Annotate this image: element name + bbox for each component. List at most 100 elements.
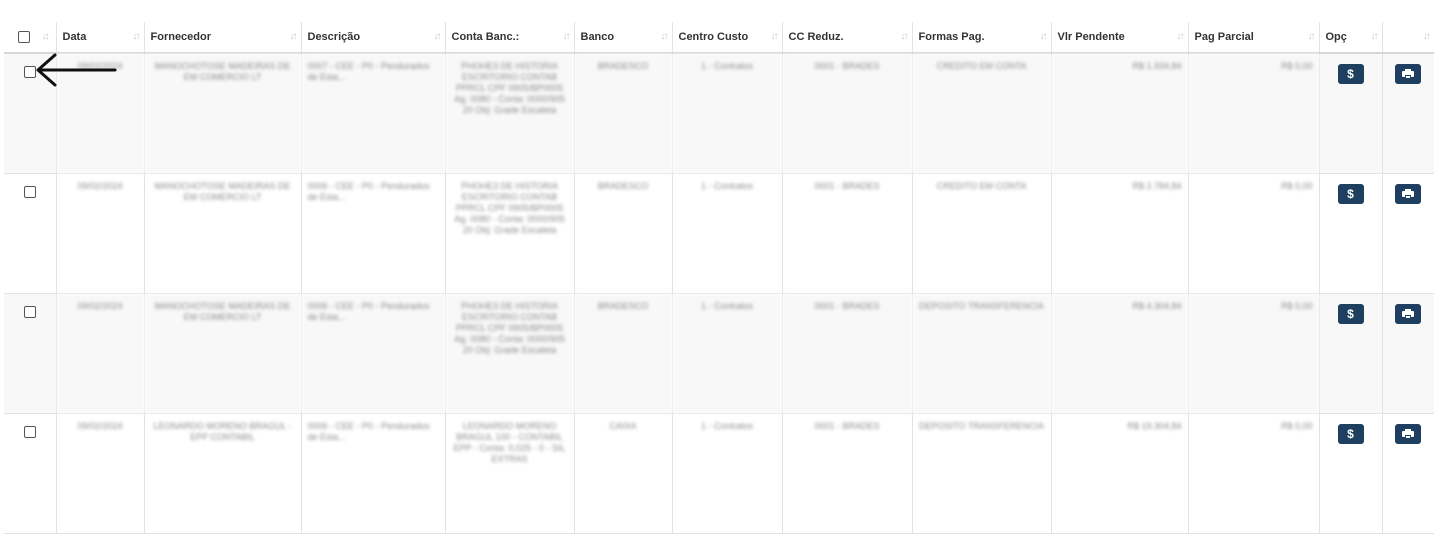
- sort-icon[interactable]: ↓↑: [563, 31, 571, 42]
- cell-print: [1381, 413, 1434, 534]
- cell-cc-reduz: 0001 - BRADES: [781, 413, 912, 534]
- cell-centro-custo: 1 - Contratos: [671, 53, 782, 174]
- cell-banco: BRADESCO: [573, 293, 672, 414]
- cell-conta: PHOHE3 DE HISTORIA ESCRITORIO CONTAB PPR…: [444, 53, 574, 174]
- sort-icon[interactable]: ↓↑: [901, 31, 909, 42]
- sort-icon[interactable]: ↓↑: [133, 31, 141, 42]
- header-pag-parcial[interactable]: Pag Parcial ↓↑: [1187, 22, 1319, 54]
- sort-icon[interactable]: ↓↑: [661, 31, 669, 42]
- sort-icon[interactable]: ↓↑: [1423, 31, 1431, 42]
- print-button[interactable]: [1395, 304, 1422, 324]
- cell-fornecedor: MANOCHOTOSE MADEIRAS DE EM COMERCIO LT: [143, 293, 301, 414]
- cell-pag-parcial: R$ 0,00: [1187, 413, 1319, 534]
- cell-formas-pag: DEPOSITO TRANSFERENCIA: [911, 413, 1051, 534]
- header-label: Descrição: [307, 31, 361, 43]
- header-label: Formas Pag.: [918, 31, 985, 43]
- cell-cc-reduz: 0001 - BRADES: [781, 293, 912, 414]
- cell-data: 09/02/2024: [55, 293, 144, 414]
- cell-opc: $: [1318, 293, 1382, 414]
- header-select-all[interactable]: ↓↕: [4, 22, 56, 54]
- printer-icon: [1402, 429, 1415, 439]
- header-label: Data: [62, 31, 87, 43]
- cell-pag-parcial: R$ 0,00: [1187, 293, 1319, 414]
- pay-button[interactable]: $: [1337, 304, 1364, 324]
- printer-icon: [1402, 309, 1415, 319]
- cell-cc-reduz: 0001 - BRADES: [781, 53, 912, 174]
- print-button[interactable]: [1395, 184, 1422, 204]
- row-checkbox[interactable]: [24, 426, 36, 438]
- table-row: 09/02/2024 LEONARDO MORENO BRAGUL - EPP …: [4, 413, 1434, 534]
- cell-opc: $: [1318, 53, 1382, 174]
- cell-banco: BRADESCO: [573, 173, 672, 294]
- cell-cc-reduz: 0001 - BRADES: [781, 173, 912, 294]
- table-row: 09/02/2024 MANOCHOTOSE MADEIRAS DE EM CO…: [4, 53, 1434, 174]
- header-vlr-pendente[interactable]: Vlr Pendente ↓↑: [1050, 22, 1188, 54]
- cell-banco: CAIXA: [573, 413, 672, 534]
- cell-centro-custo: 1 - Contratos: [671, 413, 782, 534]
- sort-icon[interactable]: ↓↑: [1371, 31, 1379, 42]
- sort-icon[interactable]: ↓↑: [1308, 31, 1316, 42]
- annotation-arrow-icon: [36, 53, 117, 87]
- sort-icon[interactable]: ↓↕: [42, 31, 50, 42]
- cell-conta: PHOHE3 DE HISTORIA ESCRITORIO CONTAB PPR…: [444, 173, 574, 294]
- payables-table: ↓↕ Data ↓↑ Fornecedor ↓↑ Descrição ↓↑ Conta…: [4, 22, 1434, 534]
- cell-fornecedor: MANOCHOTOSE MADEIRAS DE EM COMERCIO LT: [143, 53, 301, 174]
- header-fornecedor[interactable]: Fornecedor ↓↑: [143, 22, 301, 54]
- cell-vlr-pendente: R$ 19.304,84: [1050, 413, 1188, 534]
- sort-icon[interactable]: ↓↑: [1040, 31, 1048, 42]
- header-label: Vlr Pendente: [1057, 31, 1125, 43]
- sort-icon[interactable]: ↓↑: [771, 31, 779, 42]
- print-button[interactable]: [1395, 64, 1422, 84]
- table-row: 09/02/2024 MANOCHOTOSE MADEIRAS DE EM CO…: [4, 173, 1434, 294]
- cell-opc: $: [1318, 413, 1382, 534]
- header-label: CC Reduz.: [788, 31, 844, 43]
- sort-icon[interactable]: ↓↑: [290, 31, 298, 42]
- cell-formas-pag: CREDITO EM CONTA: [911, 173, 1051, 294]
- header-descricao[interactable]: Descrição ↓↑: [300, 22, 445, 54]
- cell-conta: LEONARDO MORENO BRAGUL 100 - CONTABIL EP…: [444, 413, 574, 534]
- table-header-row: ↓↕ Data ↓↑ Fornecedor ↓↑ Descrição ↓↑ Conta…: [4, 22, 1434, 54]
- printer-icon: [1402, 189, 1415, 199]
- sort-icon[interactable]: ↓↑: [1177, 31, 1185, 42]
- header-banco[interactable]: Banco ↓↑: [573, 22, 672, 54]
- cell-print: [1381, 173, 1434, 294]
- header-centro-custo[interactable]: Centro Custo ↓↑: [671, 22, 782, 54]
- row-select-cell: [4, 293, 56, 414]
- header-cc-reduz[interactable]: CC Reduz. ↓↑: [781, 22, 912, 54]
- printer-icon: [1402, 69, 1415, 79]
- header-conta-banc[interactable]: Conta Banc.: ↓↑: [444, 22, 574, 54]
- cell-conta: PHOHE3 DE HISTORIA ESCRITORIO CONTAB PPR…: [444, 293, 574, 414]
- header-label: Centro Custo: [678, 31, 749, 43]
- row-select-cell: [4, 173, 56, 294]
- cell-centro-custo: 1 - Contratos: [671, 173, 782, 294]
- cell-descricao: 0006 - CEE - P0 - Pendurados de Esta...: [300, 413, 445, 534]
- pay-button[interactable]: $: [1337, 184, 1364, 204]
- cell-data: 09/02/2024: [55, 413, 144, 534]
- cell-vlr-pendente: R$ 4.304,84: [1050, 293, 1188, 414]
- select-all-checkbox[interactable]: [18, 31, 30, 44]
- header-print[interactable]: ↓↑: [1381, 22, 1434, 54]
- pay-button[interactable]: $: [1337, 424, 1364, 444]
- header-data[interactable]: Data ↓↑: [55, 22, 144, 54]
- header-label: Banco: [580, 31, 615, 43]
- row-checkbox[interactable]: [24, 186, 36, 198]
- cell-descricao: 0006 - CEE - P0 - Pendurados de Esta...: [300, 173, 445, 294]
- cell-formas-pag: DEPOSITO TRANSFERENCIA: [911, 293, 1051, 414]
- cell-data: 09/02/2024: [55, 173, 144, 294]
- header-label: Conta Banc.:: [451, 31, 520, 43]
- cell-print: [1381, 293, 1434, 414]
- cell-descricao: 0006 - CEE - P0 - Pendurados de Esta...: [300, 293, 445, 414]
- sort-icon[interactable]: ↓↑: [434, 31, 442, 42]
- print-button[interactable]: [1395, 424, 1422, 444]
- cell-vlr-pendente: R$ 2.784,84: [1050, 173, 1188, 294]
- cell-banco: BRADESCO: [573, 53, 672, 174]
- cell-fornecedor: MANOCHOTOSE MADEIRAS DE EM COMERCIO LT: [143, 173, 301, 294]
- header-formas-pag[interactable]: Formas Pag. ↓↑: [911, 22, 1051, 54]
- pay-button[interactable]: $: [1337, 64, 1364, 84]
- payables-table-container: ↓↕ Data ↓↑ Fornecedor ↓↑ Descrição ↓↑ Conta…: [4, 22, 1434, 534]
- cell-pag-parcial: R$ 0,00: [1187, 173, 1319, 294]
- table-row: 09/02/2024 MANOCHOTOSE MADEIRAS DE EM CO…: [4, 293, 1434, 414]
- cell-vlr-pendente: R$ 1.934,84: [1050, 53, 1188, 174]
- row-checkbox[interactable]: [24, 306, 36, 318]
- header-opc[interactable]: Opç ↓↑: [1318, 22, 1382, 54]
